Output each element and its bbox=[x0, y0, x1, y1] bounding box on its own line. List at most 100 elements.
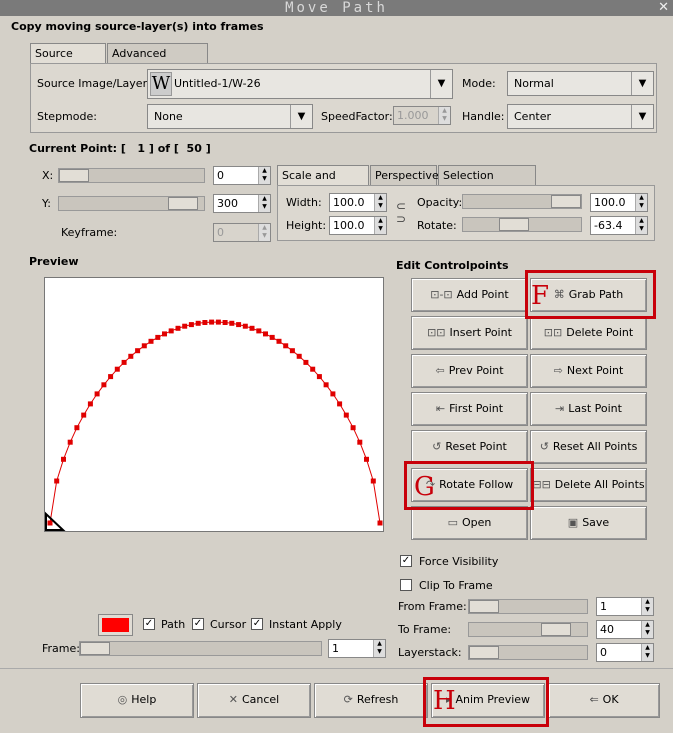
next-point-button[interactable]: ⇨ Next Point bbox=[530, 354, 647, 388]
to-frame-slider[interactable] bbox=[468, 622, 588, 637]
control-point[interactable] bbox=[310, 366, 316, 372]
insert-point-button[interactable]: ⊡⊡ Insert Point bbox=[411, 316, 528, 350]
control-point[interactable] bbox=[67, 439, 73, 445]
control-point[interactable] bbox=[121, 359, 127, 365]
chain-link-icon[interactable]: ⊂ ⊃ bbox=[396, 200, 406, 226]
control-point[interactable] bbox=[343, 412, 349, 418]
control-point[interactable] bbox=[283, 343, 289, 349]
control-point[interactable] bbox=[141, 343, 147, 349]
spin-arrows-icon[interactable]: ▲ ▼ bbox=[635, 217, 647, 234]
spin-arrows-icon[interactable]: ▲ ▼ bbox=[635, 194, 647, 211]
rotate-slider-thumb[interactable] bbox=[499, 218, 529, 231]
opacity-field[interactable]: 100.0 ▲ ▼ bbox=[590, 193, 648, 212]
tab-perspective[interactable]: Perspective bbox=[370, 165, 439, 186]
x-slider-thumb[interactable] bbox=[59, 169, 89, 182]
control-point[interactable] bbox=[74, 425, 80, 431]
control-point[interactable] bbox=[242, 323, 248, 329]
control-point[interactable] bbox=[168, 328, 174, 334]
to-frame-field[interactable]: 40 ▲ ▼ bbox=[596, 620, 654, 639]
control-point[interactable] bbox=[202, 320, 208, 325]
from-frame-field[interactable]: 1 ▲ ▼ bbox=[596, 597, 654, 616]
control-point[interactable] bbox=[135, 348, 141, 354]
add-point-button[interactable]: ⊡-⊡ Add Point bbox=[411, 278, 528, 312]
control-point[interactable] bbox=[162, 331, 167, 337]
control-point[interactable] bbox=[175, 325, 181, 331]
control-point[interactable] bbox=[289, 348, 295, 354]
control-point[interactable] bbox=[296, 353, 302, 359]
mode-combo[interactable]: Normal ▼ bbox=[507, 71, 654, 96]
spin-arrows-icon[interactable]: ▲ ▼ bbox=[641, 598, 653, 615]
width-field[interactable]: 100.0 ▲ ▼ bbox=[329, 193, 387, 212]
control-point[interactable] bbox=[188, 322, 194, 328]
clip-to-frame-checkbox[interactable] bbox=[400, 579, 412, 591]
control-point[interactable] bbox=[330, 391, 336, 397]
control-point[interactable] bbox=[114, 366, 120, 372]
tab-advanced-settings[interactable]: Advanced Settings bbox=[107, 43, 208, 74]
control-point[interactable] bbox=[148, 338, 154, 344]
control-point[interactable] bbox=[87, 401, 93, 407]
control-point[interactable] bbox=[249, 325, 255, 331]
spin-arrows-icon[interactable]: ▲ ▼ bbox=[374, 217, 386, 234]
refresh-button[interactable]: ⟳ Refresh bbox=[314, 683, 428, 718]
control-point[interactable] bbox=[357, 439, 363, 445]
close-icon[interactable]: ✕ bbox=[658, 0, 669, 16]
y-slider-thumb[interactable] bbox=[168, 197, 198, 210]
path-color-button[interactable] bbox=[98, 614, 133, 636]
layerstack-thumb[interactable] bbox=[469, 646, 499, 659]
control-point[interactable] bbox=[323, 382, 329, 388]
open-button[interactable]: ▭ Open bbox=[411, 506, 528, 540]
control-point[interactable] bbox=[47, 520, 53, 526]
instant-apply-checkbox[interactable]: ✓ bbox=[251, 618, 263, 630]
save-button[interactable]: ▣ Save bbox=[530, 506, 647, 540]
control-point[interactable] bbox=[215, 319, 221, 325]
spin-arrows-icon[interactable]: ▲ ▼ bbox=[373, 640, 385, 657]
control-point[interactable] bbox=[128, 353, 134, 359]
control-point[interactable] bbox=[229, 320, 235, 326]
control-point[interactable] bbox=[61, 456, 66, 462]
control-point[interactable] bbox=[337, 401, 343, 407]
from-frame-thumb[interactable] bbox=[469, 600, 499, 613]
tab-selection-handling[interactable]: Selection Handling bbox=[438, 165, 536, 196]
first-point-button[interactable]: ⇤ First Point bbox=[411, 392, 528, 426]
path-preview-canvas[interactable] bbox=[44, 277, 384, 532]
control-point[interactable] bbox=[364, 456, 369, 462]
layerstack-field[interactable]: 0 ▲ ▼ bbox=[596, 643, 654, 662]
rotate-field[interactable]: -63.4 ▲ ▼ bbox=[590, 216, 648, 235]
control-point[interactable] bbox=[236, 322, 242, 328]
delete-all-points-button[interactable]: ⊟⊟ Delete All Points bbox=[530, 468, 647, 502]
opacity-slider[interactable] bbox=[462, 194, 582, 209]
control-point[interactable] bbox=[182, 323, 188, 329]
x-field[interactable]: 0 ▲ ▼ bbox=[213, 166, 271, 185]
reset-all-points-button[interactable]: ↺ Reset All Points bbox=[530, 430, 647, 464]
frame-slider[interactable] bbox=[79, 641, 322, 656]
control-point[interactable] bbox=[195, 320, 201, 326]
help-button[interactable]: ◎ Help bbox=[80, 683, 194, 718]
control-point[interactable] bbox=[303, 359, 309, 365]
control-point[interactable] bbox=[94, 391, 100, 397]
spin-arrows-icon[interactable]: ▲ ▼ bbox=[641, 644, 653, 661]
frame-field[interactable]: 1 ▲ ▼ bbox=[328, 639, 386, 658]
spin-arrows-icon[interactable]: ▲ ▼ bbox=[258, 195, 270, 212]
cancel-button[interactable]: ✕ Cancel bbox=[197, 683, 311, 718]
rotate-slider[interactable] bbox=[462, 217, 582, 232]
control-point[interactable] bbox=[263, 331, 268, 337]
handle-combo[interactable]: Center ▼ bbox=[507, 104, 654, 129]
y-field[interactable]: 300 ▲ ▼ bbox=[213, 194, 271, 213]
x-slider[interactable] bbox=[58, 168, 205, 183]
reset-point-button[interactable]: ↺ Reset Point bbox=[411, 430, 528, 464]
control-point[interactable] bbox=[256, 328, 262, 334]
last-point-button[interactable]: ⇥ Last Point bbox=[530, 392, 647, 426]
source-layer-combo[interactable]: W Untitled-1/W-26 ▼ bbox=[147, 69, 453, 99]
height-field[interactable]: 100.0 ▲ ▼ bbox=[329, 216, 387, 235]
force-visibility-checkbox[interactable]: ✓ bbox=[400, 555, 412, 567]
from-frame-slider[interactable] bbox=[468, 599, 588, 614]
control-point[interactable] bbox=[269, 334, 275, 340]
control-point[interactable] bbox=[222, 320, 228, 325]
tab-scale-and-modify[interactable]: Scale and Modify bbox=[277, 165, 369, 196]
control-point[interactable] bbox=[108, 374, 114, 380]
tab-source-select[interactable]: Source Select bbox=[30, 43, 106, 74]
control-point[interactable] bbox=[276, 338, 282, 344]
control-point[interactable] bbox=[54, 478, 60, 484]
cursor-checkbox[interactable]: ✓ bbox=[192, 618, 204, 630]
ok-button[interactable]: ⇐ OK bbox=[548, 683, 660, 718]
